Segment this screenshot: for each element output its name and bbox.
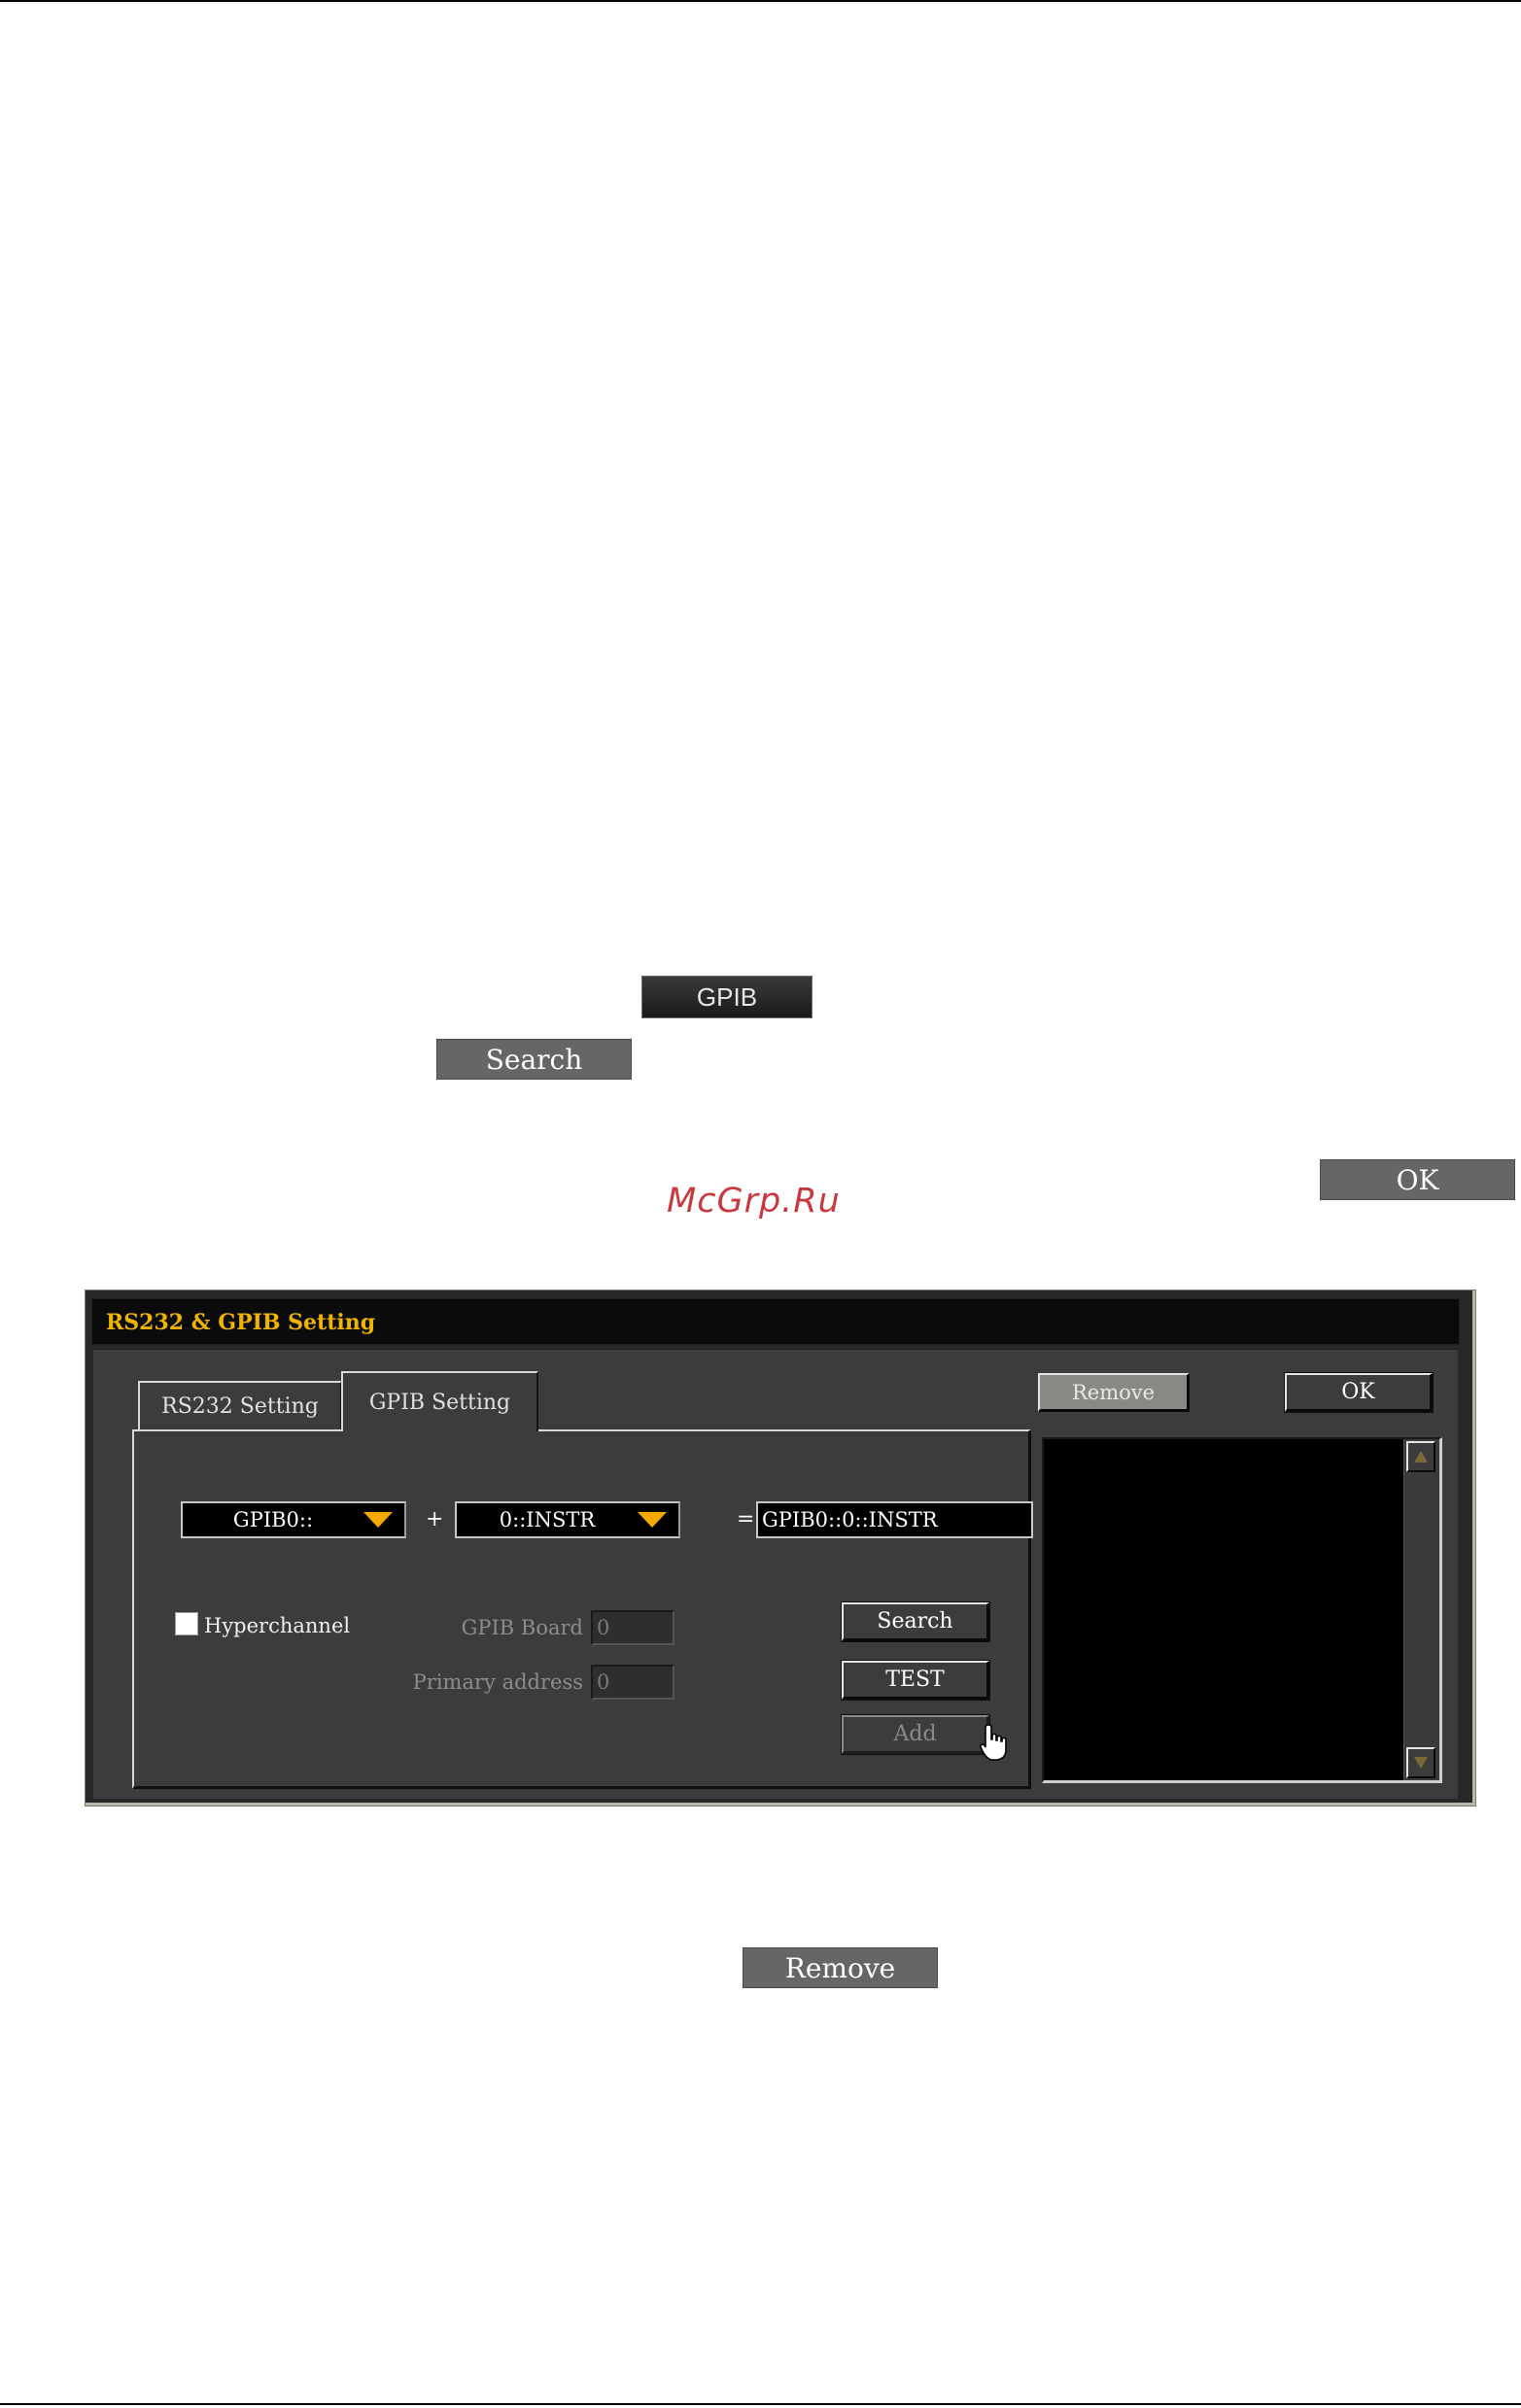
bottom-rule bbox=[0, 2403, 1521, 2405]
address-combo[interactable]: 0::INSTR bbox=[455, 1501, 680, 1538]
inline-gpib-button: GPIB bbox=[641, 976, 812, 1018]
tab-gpib-setting[interactable]: GPIB Setting bbox=[341, 1371, 538, 1431]
dropdown-arrow-icon bbox=[363, 1512, 393, 1528]
search-button[interactable]: Search bbox=[841, 1601, 990, 1642]
interface-combo-value: GPIB0:: bbox=[232, 1508, 314, 1531]
resource-string-field[interactable]: GPIB0::0::INSTR bbox=[756, 1501, 1033, 1538]
inline-ok-button: OK bbox=[1320, 1159, 1515, 1200]
top-rule bbox=[0, 0, 1521, 2]
instrument-list[interactable] bbox=[1042, 1437, 1442, 1783]
gpib-board-label: GPIB Board bbox=[461, 1616, 583, 1639]
scroll-down-button[interactable] bbox=[1406, 1747, 1435, 1778]
list-scrollbar[interactable] bbox=[1403, 1439, 1439, 1780]
dialog-title-bar: RS232 & GPIB Setting bbox=[91, 1298, 1460, 1345]
dialog-body: RS232 Setting GPIB Setting GPIB0:: + 0::… bbox=[93, 1349, 1458, 1799]
watermark: McGrp.Ru bbox=[667, 1182, 841, 1221]
hyperchannel-checkbox[interactable] bbox=[175, 1612, 198, 1635]
inline-search-button: Search bbox=[436, 1039, 632, 1080]
primary-address-label: Primary address bbox=[412, 1670, 583, 1694]
inline-remove-button: Remove bbox=[743, 1947, 938, 1988]
plus-sign: + bbox=[426, 1507, 444, 1531]
dialog-title: RS232 & GPIB Setting bbox=[106, 1310, 376, 1335]
gpib-board-field[interactable]: 0 bbox=[591, 1610, 674, 1645]
primary-address-field[interactable]: 0 bbox=[591, 1665, 674, 1700]
hand-pointer-icon bbox=[980, 1724, 1007, 1761]
interface-combo[interactable]: GPIB0:: bbox=[181, 1501, 406, 1538]
remove-button[interactable]: Remove bbox=[1038, 1373, 1190, 1412]
ok-button[interactable]: OK bbox=[1284, 1372, 1434, 1413]
equals-sign: = bbox=[737, 1507, 755, 1531]
arrow-down-icon bbox=[1414, 1757, 1428, 1769]
address-combo-value: 0::INSTR bbox=[499, 1508, 596, 1531]
rs232-gpib-dialog: RS232 & GPIB Setting RS232 Setting GPIB … bbox=[85, 1290, 1476, 1806]
scroll-up-button[interactable] bbox=[1406, 1441, 1435, 1472]
dropdown-arrow-icon bbox=[638, 1512, 667, 1528]
test-button[interactable]: TEST bbox=[841, 1660, 990, 1701]
gpib-settings-panel: GPIB0:: + 0::INSTR = GPIB0::0::INSTR Hyp… bbox=[132, 1429, 1033, 1789]
add-button[interactable]: Add bbox=[841, 1714, 990, 1755]
tab-rs232-setting[interactable]: RS232 Setting bbox=[138, 1381, 342, 1429]
hyperchannel-label: Hyperchannel bbox=[204, 1614, 351, 1637]
arrow-up-icon bbox=[1414, 1451, 1428, 1462]
